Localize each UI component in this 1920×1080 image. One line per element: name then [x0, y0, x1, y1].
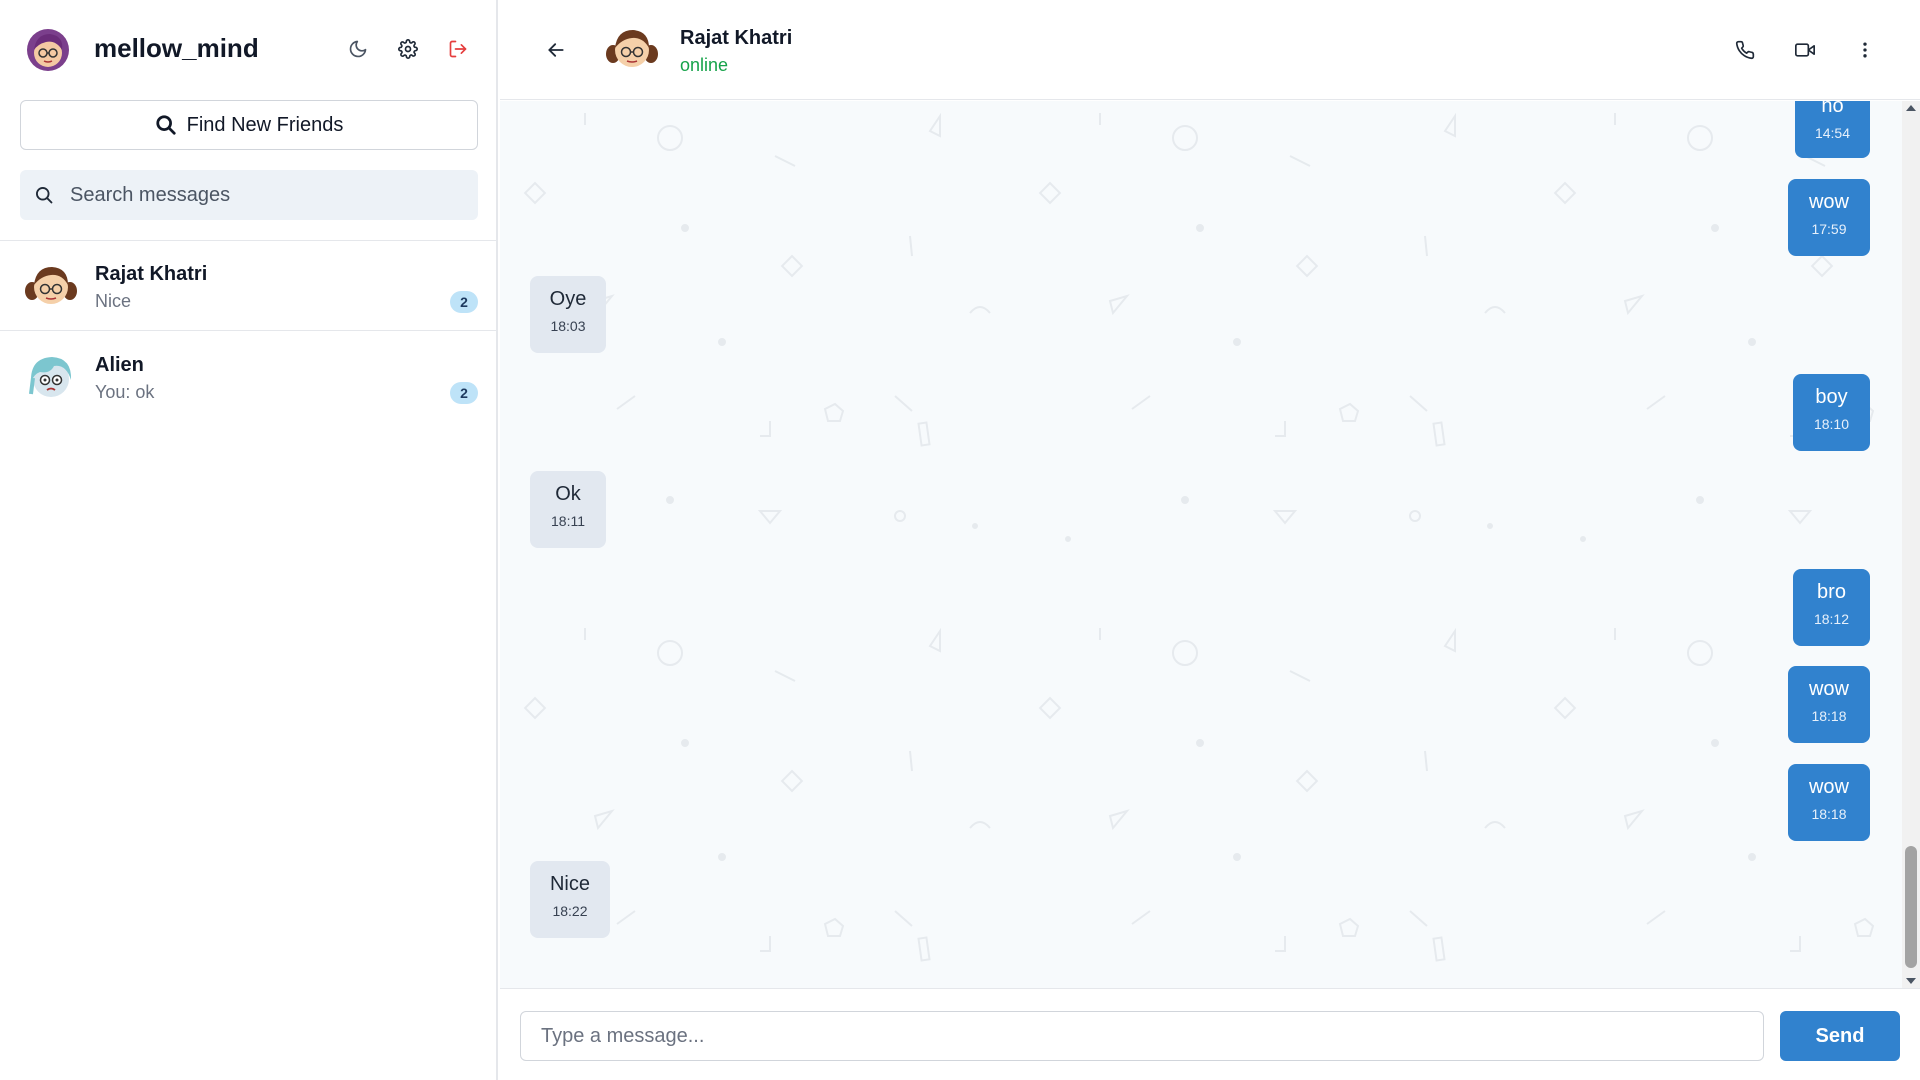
logout-button[interactable] — [445, 36, 471, 62]
message-text: wow — [1808, 191, 1849, 213]
message-time: 17:59 — [1811, 221, 1847, 237]
message-time: 14:54 — [1814, 125, 1851, 141]
chat-peer-name: Rajat Khatri — [680, 27, 793, 49]
unread-badge: 2 — [450, 382, 478, 404]
message-time: 18:22 — [552, 903, 588, 919]
find-new-friends-label: Find New Friends — [186, 113, 344, 136]
conversation-preview: You: ok — [95, 382, 155, 402]
message-bubble-received[interactable]: Oye 18:03 — [530, 276, 606, 353]
search-messages-input[interactable] — [70, 183, 450, 207]
conversation-preview: Nice — [95, 291, 132, 311]
conversation-name: Rajat Khatri — [95, 263, 208, 285]
message-bubble-sent[interactable]: wow 17:59 — [1788, 179, 1870, 256]
message-bubble-received[interactable]: Ok 18:11 — [530, 471, 606, 548]
message-input[interactable] — [520, 1011, 1764, 1061]
message-text: bro — [1817, 581, 1846, 603]
message-text: Ok — [555, 483, 581, 505]
username: mellow_mind — [94, 33, 259, 63]
phone-icon — [1735, 40, 1755, 60]
message-text: Nice — [549, 873, 590, 895]
message-bubble-sent[interactable]: wow 18:18 — [1788, 764, 1870, 841]
search-icon — [156, 115, 176, 135]
video-call-button[interactable] — [1790, 35, 1820, 65]
scrollbar-thumb[interactable] — [1905, 846, 1917, 968]
send-button[interactable]: Send — [1780, 1011, 1900, 1061]
conversation-item-alien[interactable]: Alien You: ok 2 — [0, 332, 498, 422]
message-time: 18:10 — [1813, 416, 1850, 432]
message-list[interactable]: ho 14:54 wow 17:59 Oye 18:03 boy 18:10 O… — [500, 101, 1920, 988]
unread-badge: 2 — [450, 291, 478, 313]
moon-icon — [349, 40, 367, 58]
message-bubble-sent[interactable]: wow 18:18 — [1788, 666, 1870, 743]
message-bubble-sent[interactable]: ho 14:54 — [1795, 101, 1870, 158]
scroll-up-arrow-icon[interactable] — [1906, 105, 1916, 111]
settings-button[interactable] — [395, 36, 421, 62]
background-pattern — [500, 101, 1920, 988]
message-text: wow — [1808, 776, 1849, 798]
search-messages-box — [20, 170, 478, 220]
message-composer: Send — [500, 988, 1920, 1080]
find-new-friends-button[interactable]: Find New Friends — [20, 100, 478, 150]
chat-peer-status: online — [680, 55, 729, 75]
message-text: ho — [1821, 101, 1844, 117]
message-time: 18:03 — [550, 318, 586, 334]
search-icon — [36, 187, 53, 204]
user-avatar[interactable] — [26, 28, 70, 72]
message-text: Oye — [549, 288, 587, 310]
more-vertical-icon — [1863, 42, 1867, 58]
more-options-button[interactable] — [1850, 35, 1880, 65]
gear-icon — [398, 39, 418, 59]
message-scrollbar[interactable] — [1902, 101, 1920, 988]
video-icon — [1795, 43, 1815, 57]
message-text: wow — [1808, 678, 1849, 700]
message-bubble-sent[interactable]: bro 18:12 — [1793, 569, 1870, 646]
message-time: 18:18 — [1811, 708, 1847, 724]
theme-toggle-button[interactable] — [345, 36, 371, 62]
scroll-down-arrow-icon[interactable] — [1906, 978, 1916, 984]
back-button[interactable] — [542, 36, 570, 64]
logout-icon — [449, 40, 467, 58]
conversation-name: Alien — [95, 354, 144, 376]
alien-avatar — [29, 357, 72, 397]
message-time: 18:12 — [1813, 611, 1850, 627]
message-bubble-sent[interactable]: boy 18:10 — [1793, 374, 1870, 451]
message-bubble-received[interactable]: Nice 18:22 — [530, 861, 610, 938]
back-arrow-icon — [548, 43, 564, 57]
message-text: boy — [1815, 386, 1848, 408]
conversation-item-rajat-khatri[interactable]: Rajat Khatri Nice 2 — [0, 241, 498, 331]
sidebar-header: mellow_mind — [0, 0, 498, 100]
sidebar: mellow_mind Find New Friends Rajat — [0, 0, 498, 1080]
message-time: 18:11 — [551, 513, 585, 529]
voice-call-button[interactable] — [1730, 35, 1760, 65]
chat-peer-avatar — [606, 30, 658, 67]
message-time: 18:18 — [1811, 806, 1847, 822]
chat-header: Rajat Khatri online — [500, 0, 1920, 100]
girl-avatar — [25, 267, 77, 304]
